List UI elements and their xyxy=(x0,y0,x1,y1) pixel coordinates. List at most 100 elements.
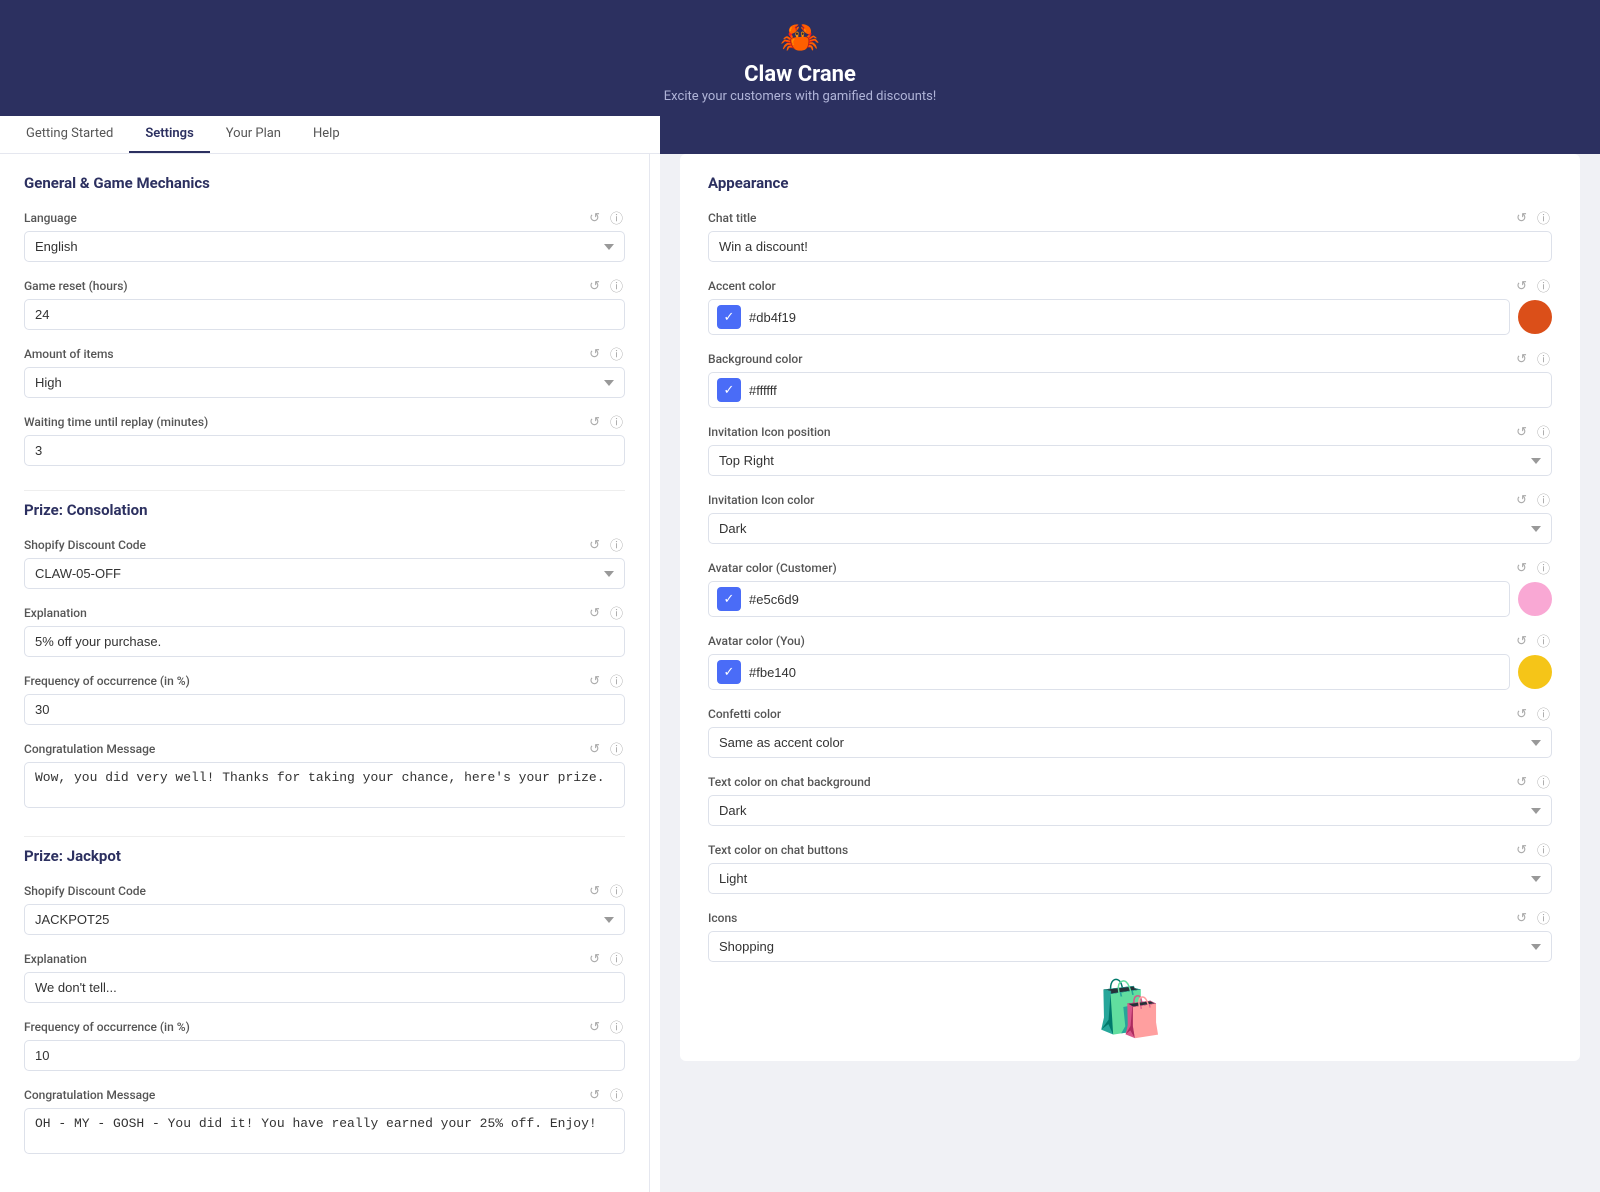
icons-reset-icon[interactable]: ↺ xyxy=(1514,910,1529,926)
prize-consolation-section: Prize: Consolation Shopify Discount Code… xyxy=(24,490,625,812)
jackpot-code-info-icon[interactable]: ⓘ xyxy=(608,881,625,900)
invitation-position-info-icon[interactable]: ⓘ xyxy=(1535,422,1552,441)
confetti-color-info-icon[interactable]: ⓘ xyxy=(1535,704,1552,723)
accent-color-swatch[interactable] xyxy=(1518,300,1552,334)
consolation-message-info-icon[interactable]: ⓘ xyxy=(608,739,625,758)
chat-title-group: Chat title ↺ ⓘ xyxy=(708,208,1552,262)
text-color-chat-bg-select[interactable]: Dark xyxy=(708,795,1552,826)
language-label: Language xyxy=(24,211,77,225)
invitation-color-reset-icon[interactable]: ↺ xyxy=(1514,492,1529,508)
consolation-frequency-info-icon[interactable]: ⓘ xyxy=(608,671,625,690)
icons-info-icon[interactable]: ⓘ xyxy=(1535,908,1552,927)
shopping-bag-illustration: 🛍️ xyxy=(708,978,1552,1041)
avatar-customer-confirm-button[interactable]: ✓ xyxy=(717,587,741,611)
consolation-explanation-input[interactable] xyxy=(24,626,625,657)
avatar-customer-input[interactable] xyxy=(749,592,1501,607)
consolation-code-info-icon[interactable]: ⓘ xyxy=(608,535,625,554)
consolation-explanation-reset-icon[interactable]: ↺ xyxy=(587,605,602,621)
icons-group: Icons ↺ ⓘ Shopping xyxy=(708,908,1552,962)
jackpot-frequency-input[interactable] xyxy=(24,1040,625,1071)
chat-title-input[interactable] xyxy=(708,231,1552,262)
consolation-frequency-reset-icon[interactable]: ↺ xyxy=(587,673,602,689)
language-reset-icon[interactable]: ↺ xyxy=(587,210,602,226)
game-reset-input[interactable] xyxy=(24,299,625,330)
amount-items-info-icon[interactable]: ⓘ xyxy=(608,344,625,363)
jackpot-frequency-group: Frequency of occurrence (in %) ↺ ⓘ xyxy=(24,1017,625,1071)
consolation-code-reset-icon[interactable]: ↺ xyxy=(587,537,602,553)
jackpot-message-info-icon[interactable]: ⓘ xyxy=(608,1085,625,1104)
icons-select[interactable]: Shopping xyxy=(708,931,1552,962)
consolation-frequency-input[interactable] xyxy=(24,694,625,725)
background-color-input[interactable] xyxy=(749,383,1543,398)
jackpot-explanation-input[interactable] xyxy=(24,972,625,1003)
jackpot-explanation-reset-icon[interactable]: ↺ xyxy=(587,951,602,967)
jackpot-message-textarea[interactable]: OH - MY - GOSH - You did it! You have re… xyxy=(24,1108,625,1154)
consolation-code-group: Shopify Discount Code ↺ ⓘ CLAW-05-OFF xyxy=(24,535,625,589)
jackpot-frequency-label: Frequency of occurrence (in %) xyxy=(24,1020,190,1034)
invitation-color-info-icon[interactable]: ⓘ xyxy=(1535,490,1552,509)
avatar-you-info-icon[interactable]: ⓘ xyxy=(1535,631,1552,650)
avatar-you-input[interactable] xyxy=(749,665,1501,680)
accent-color-group: Accent color ↺ ⓘ ✓ xyxy=(708,276,1552,335)
confetti-color-select[interactable]: Same as accent color xyxy=(708,727,1552,758)
language-info-icon[interactable]: ⓘ xyxy=(608,208,625,227)
amount-items-reset-icon[interactable]: ↺ xyxy=(587,346,602,362)
avatar-you-swatch[interactable] xyxy=(1518,655,1552,689)
invitation-position-select[interactable]: Top Right xyxy=(708,445,1552,476)
avatar-you-group: Avatar color (You) ↺ ⓘ ✓ xyxy=(708,631,1552,690)
accent-color-reset-icon[interactable]: ↺ xyxy=(1514,278,1529,294)
consolation-message-textarea[interactable]: Wow, you did very well! Thanks for takin… xyxy=(24,762,625,808)
general-section-title: General & Game Mechanics xyxy=(24,174,625,192)
avatar-you-confirm-button[interactable]: ✓ xyxy=(717,660,741,684)
background-color-info-icon[interactable]: ⓘ xyxy=(1535,349,1552,368)
waiting-time-label: Waiting time until replay (minutes) xyxy=(24,415,208,429)
chat-title-reset-icon[interactable]: ↺ xyxy=(1514,210,1529,226)
tab-help[interactable]: Help xyxy=(297,116,356,153)
jackpot-message-reset-icon[interactable]: ↺ xyxy=(587,1087,602,1103)
consolation-frequency-label: Frequency of occurrence (in %) xyxy=(24,674,190,688)
consolation-explanation-group: Explanation ↺ ⓘ xyxy=(24,603,625,657)
jackpot-code-reset-icon[interactable]: ↺ xyxy=(587,883,602,899)
game-reset-reset-icon[interactable]: ↺ xyxy=(587,278,602,294)
consolation-frequency-group: Frequency of occurrence (in %) ↺ ⓘ xyxy=(24,671,625,725)
consolation-code-select[interactable]: CLAW-05-OFF xyxy=(24,558,625,589)
checkmark-icon: ✓ xyxy=(724,591,735,607)
avatar-customer-reset-icon[interactable]: ↺ xyxy=(1514,560,1529,576)
chat-title-info-icon[interactable]: ⓘ xyxy=(1535,208,1552,227)
background-color-confirm-button[interactable]: ✓ xyxy=(717,378,741,402)
accent-color-label: Accent color xyxy=(708,279,776,293)
game-reset-field-group: Game reset (hours) ↺ ⓘ xyxy=(24,276,625,330)
consolation-message-reset-icon[interactable]: ↺ xyxy=(587,741,602,757)
background-color-reset-icon[interactable]: ↺ xyxy=(1514,351,1529,367)
text-color-chat-buttons-info-icon[interactable]: ⓘ xyxy=(1535,840,1552,859)
accent-color-confirm-button[interactable]: ✓ xyxy=(717,305,741,329)
amount-items-select[interactable]: High xyxy=(24,367,625,398)
avatar-you-reset-icon[interactable]: ↺ xyxy=(1514,633,1529,649)
consolation-explanation-info-icon[interactable]: ⓘ xyxy=(608,603,625,622)
appearance-section-title: Appearance xyxy=(708,174,1552,192)
jackpot-frequency-reset-icon[interactable]: ↺ xyxy=(587,1019,602,1035)
jackpot-frequency-info-icon[interactable]: ⓘ xyxy=(608,1017,625,1036)
tab-settings[interactable]: Settings xyxy=(129,116,209,153)
invitation-color-select[interactable]: Dark xyxy=(708,513,1552,544)
waiting-time-info-icon[interactable]: ⓘ xyxy=(608,412,625,431)
accent-color-input[interactable] xyxy=(749,310,1501,325)
game-reset-info-icon[interactable]: ⓘ xyxy=(608,276,625,295)
jackpot-code-select[interactable]: JACKPOT25 xyxy=(24,904,625,935)
accent-color-info-icon[interactable]: ⓘ xyxy=(1535,276,1552,295)
invitation-position-reset-icon[interactable]: ↺ xyxy=(1514,424,1529,440)
text-color-chat-bg-reset-icon[interactable]: ↺ xyxy=(1514,774,1529,790)
text-color-chat-bg-info-icon[interactable]: ⓘ xyxy=(1535,772,1552,791)
avatar-customer-label: Avatar color (Customer) xyxy=(708,561,837,575)
avatar-customer-swatch[interactable] xyxy=(1518,582,1552,616)
confetti-color-reset-icon[interactable]: ↺ xyxy=(1514,706,1529,722)
waiting-time-reset-icon[interactable]: ↺ xyxy=(587,414,602,430)
tab-your-plan[interactable]: Your Plan xyxy=(210,116,297,153)
language-select[interactable]: English xyxy=(24,231,625,262)
waiting-time-input[interactable] xyxy=(24,435,625,466)
avatar-customer-info-icon[interactable]: ⓘ xyxy=(1535,558,1552,577)
text-color-chat-buttons-reset-icon[interactable]: ↺ xyxy=(1514,842,1529,858)
tab-getting-started[interactable]: Getting Started xyxy=(10,116,129,153)
jackpot-explanation-info-icon[interactable]: ⓘ xyxy=(608,949,625,968)
text-color-chat-buttons-select[interactable]: Light xyxy=(708,863,1552,894)
